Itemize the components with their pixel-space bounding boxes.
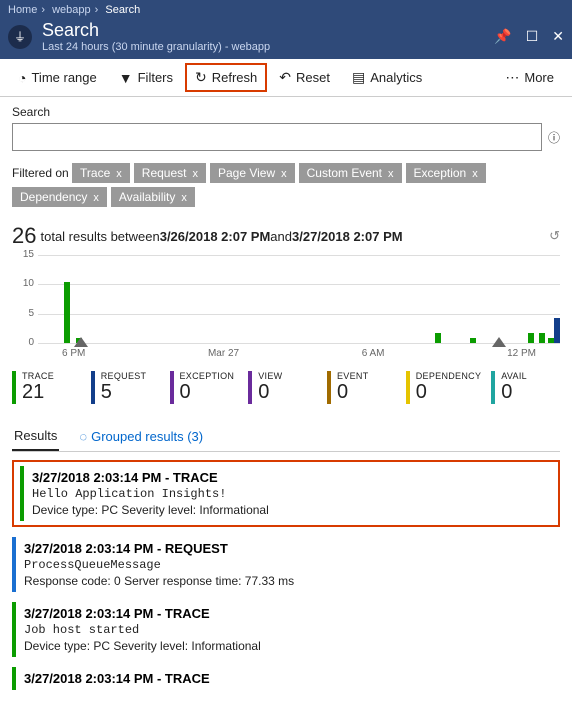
filter-chip[interactable]: Dependencyx	[12, 187, 107, 207]
filter-chip[interactable]: Tracex	[72, 163, 130, 183]
insights-icon: ⏚	[8, 25, 32, 49]
stat-dependency[interactable]: DEPENDENCY0	[406, 371, 482, 404]
filter-chip[interactable]: Exceptionx	[406, 163, 486, 183]
maximize-icon[interactable]: ☐	[526, 28, 539, 45]
tab-results[interactable]: Results	[12, 422, 59, 451]
clock-icon: ◔	[18, 70, 26, 86]
tab-grouped[interactable]: ◌Grouped results (3)	[77, 423, 205, 450]
filters-button[interactable]: ▼Filters	[109, 64, 183, 92]
bc-app[interactable]: webapp	[52, 4, 91, 16]
chip-remove-icon[interactable]: x	[181, 192, 187, 204]
history-icon[interactable]: ↺	[549, 228, 560, 244]
filter-chip[interactable]: Page Viewx	[210, 163, 295, 183]
refresh-icon: ↻	[195, 69, 207, 86]
time-range-button[interactable]: ◔Time range	[8, 64, 107, 92]
stat-avail[interactable]: AVAIL0	[491, 371, 560, 404]
spinner-icon: ◌	[79, 429, 87, 444]
toolbar: ◔Time range ▼Filters ↻Refresh ↶Reset ▤An…	[0, 59, 572, 97]
header: Home› webapp› Search ⏚ Search Last 24 ho…	[0, 0, 572, 59]
range-end-handle[interactable]	[492, 337, 506, 347]
results-summary: 26 total results between 3/26/2018 2:07 …	[12, 223, 560, 249]
stat-trace[interactable]: TRACE21	[12, 371, 81, 404]
breadcrumb: Home› webapp› Search	[8, 4, 564, 16]
stat-view[interactable]: VIEW0	[248, 371, 317, 404]
filter-chip[interactable]: Availabilityx	[111, 187, 195, 207]
dots-icon: ⋯	[505, 69, 519, 86]
chip-remove-icon[interactable]: x	[93, 192, 99, 204]
range-start-handle[interactable]	[74, 337, 88, 347]
info-icon[interactable]: ⓘ	[548, 129, 560, 146]
stats-row: TRACE21 REQUEST5 EXCEPTION0 VIEW0 EVENT0 DEPE…	[12, 371, 560, 404]
bc-home[interactable]: Home	[8, 4, 37, 16]
search-input[interactable]	[12, 123, 542, 151]
timeline-chart: 0510156 PMMar 276 AM12 PM	[38, 255, 560, 355]
funnel-icon: ▼	[119, 70, 133, 86]
result-item[interactable]: 3/27/2018 2:03:14 PM - TRACEHello Applic…	[20, 466, 552, 521]
results-list: 3/27/2018 2:03:14 PM - TRACEHello Applic…	[12, 460, 560, 690]
search-label: Search	[12, 105, 560, 119]
refresh-button[interactable]: ↻Refresh	[185, 63, 267, 92]
stat-event[interactable]: EVENT0	[327, 371, 396, 404]
chip-remove-icon[interactable]: x	[192, 168, 198, 180]
chip-remove-icon[interactable]: x	[388, 168, 394, 180]
page-subtitle: Last 24 hours (30 minute granularity) - …	[42, 41, 494, 53]
reset-button[interactable]: ↶Reset	[269, 63, 340, 92]
result-item[interactable]: 3/27/2018 2:03:14 PM - TRACE	[12, 667, 560, 690]
analytics-button[interactable]: ▤Analytics	[342, 63, 432, 92]
page-title: Search	[42, 20, 494, 41]
filter-chip[interactable]: Custom Eventx	[299, 163, 402, 183]
filter-chip[interactable]: Requestx	[134, 163, 206, 183]
chip-remove-icon[interactable]: x	[116, 168, 122, 180]
analytics-icon: ▤	[352, 69, 365, 86]
filtered-on-label: Filtered on	[12, 166, 69, 180]
chip-remove-icon[interactable]: x	[281, 168, 287, 180]
stat-exception[interactable]: EXCEPTION0	[170, 371, 239, 404]
stat-request[interactable]: REQUEST5	[91, 371, 160, 404]
close-icon[interactable]: ✕	[552, 28, 564, 45]
result-item[interactable]: 3/27/2018 2:03:14 PM - TRACEJob host sta…	[12, 602, 560, 657]
chip-remove-icon[interactable]: x	[472, 168, 478, 180]
result-item[interactable]: 3/27/2018 2:03:14 PM - REQUESTProcessQue…	[12, 537, 560, 592]
more-button[interactable]: ⋯More	[495, 63, 564, 92]
pin-icon[interactable]: 📌	[494, 28, 511, 45]
undo-icon: ↶	[279, 69, 291, 86]
bc-current: Search	[105, 4, 140, 16]
